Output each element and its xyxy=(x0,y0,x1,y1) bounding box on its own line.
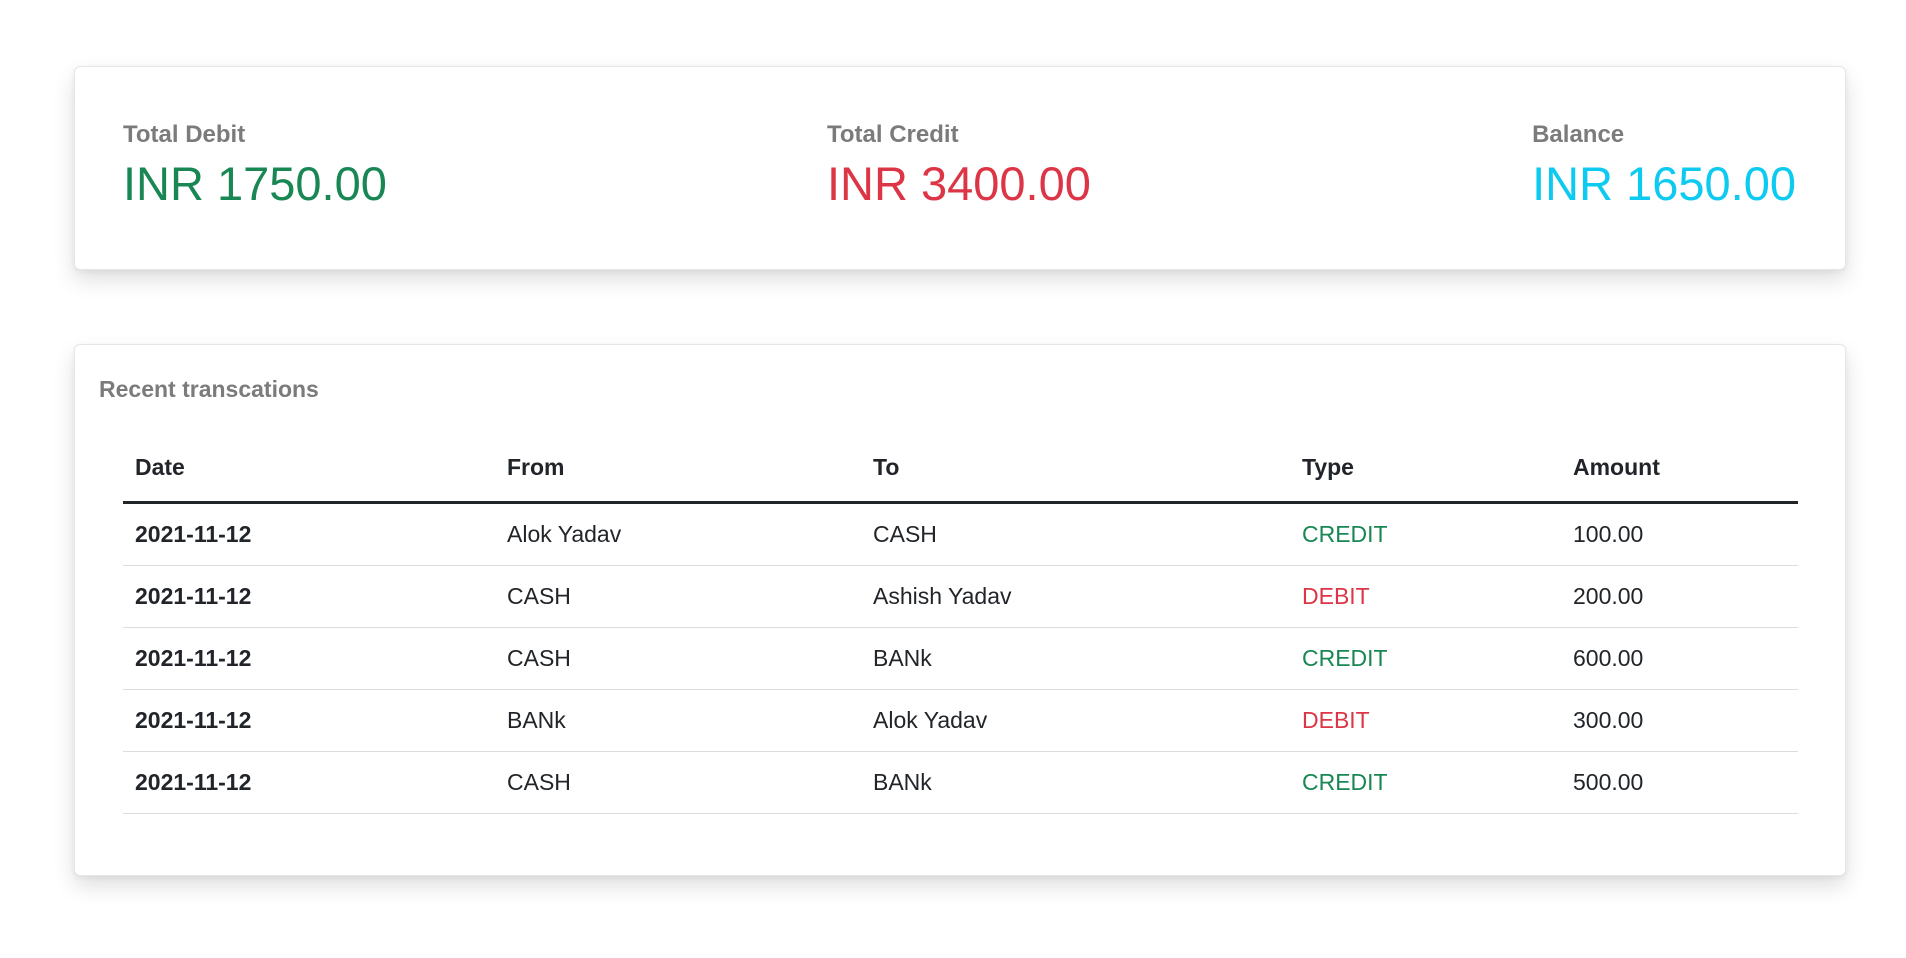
to-cell: BANk xyxy=(861,627,1290,690)
amount-cell: 200.00 xyxy=(1561,565,1798,628)
total-debit-value: INR 1750.00 xyxy=(123,157,387,210)
table-row: 2021-11-12 CASH BANk CREDIT 500.00 xyxy=(123,751,1798,814)
from-cell: CASH xyxy=(495,565,861,628)
amount-cell: 600.00 xyxy=(1561,627,1798,690)
table-row: 2021-11-12 Alok Yadav CASH CREDIT 100.00 xyxy=(123,502,1798,566)
date-cell: 2021-11-12 xyxy=(123,689,495,752)
from-cell: CASH xyxy=(495,627,861,690)
total-credit-summary: Total Credit INR 3400.00 xyxy=(827,121,1091,211)
total-debit-label: Total Debit xyxy=(123,121,246,148)
amount-cell: 100.00 xyxy=(1561,502,1798,566)
amount-cell: 300.00 xyxy=(1561,689,1798,752)
table-row: 2021-11-12 CASH BANk CREDIT 600.00 xyxy=(123,627,1798,690)
balance-label: Balance xyxy=(1532,121,1625,148)
to-cell: CASH xyxy=(861,502,1290,566)
date-cell: 2021-11-12 xyxy=(123,627,495,690)
to-cell: Ashish Yadav xyxy=(861,565,1290,628)
recent-transactions-title: Recent transcations xyxy=(99,376,319,402)
transactions-table: Date From To Type Amount 2021-11-12 Alok… xyxy=(123,433,1798,814)
column-header-type: Type xyxy=(1290,433,1561,504)
amount-cell: 500.00 xyxy=(1561,751,1798,814)
table-header-row: Date From To Type Amount xyxy=(123,433,1798,504)
type-cell: CREDIT xyxy=(1290,751,1561,814)
table-row: 2021-11-12 CASH Ashish Yadav DEBIT 200.0… xyxy=(123,565,1798,628)
from-cell: Alok Yadav xyxy=(495,502,861,566)
date-cell: 2021-11-12 xyxy=(123,502,495,566)
from-cell: BANk xyxy=(495,689,861,752)
column-header-date: Date xyxy=(123,433,495,504)
to-cell: Alok Yadav xyxy=(861,689,1290,752)
total-credit-value: INR 3400.00 xyxy=(827,157,1091,210)
column-header-from: From xyxy=(495,433,861,504)
column-header-amount: Amount xyxy=(1561,433,1798,504)
recent-transactions-card: Recent transcations Date From To Type Am… xyxy=(74,344,1846,876)
table-row: 2021-11-12 BANk Alok Yadav DEBIT 300.00 xyxy=(123,689,1798,752)
column-header-to: To xyxy=(861,433,1290,504)
type-cell: CREDIT xyxy=(1290,627,1561,690)
type-cell: DEBIT xyxy=(1290,565,1561,628)
from-cell: CASH xyxy=(495,751,861,814)
type-cell: CREDIT xyxy=(1290,502,1561,566)
total-credit-label: Total Credit xyxy=(827,121,959,148)
type-cell: DEBIT xyxy=(1290,689,1561,752)
balance-summary: Balance INR 1650.00 xyxy=(1532,121,1796,211)
to-cell: BANk xyxy=(861,751,1290,814)
date-cell: 2021-11-12 xyxy=(123,565,495,628)
date-cell: 2021-11-12 xyxy=(123,751,495,814)
summary-card: Total Debit INR 1750.00 Total Credit INR… xyxy=(74,66,1846,270)
total-debit-summary: Total Debit INR 1750.00 xyxy=(123,121,387,211)
balance-value: INR 1650.00 xyxy=(1532,157,1796,210)
